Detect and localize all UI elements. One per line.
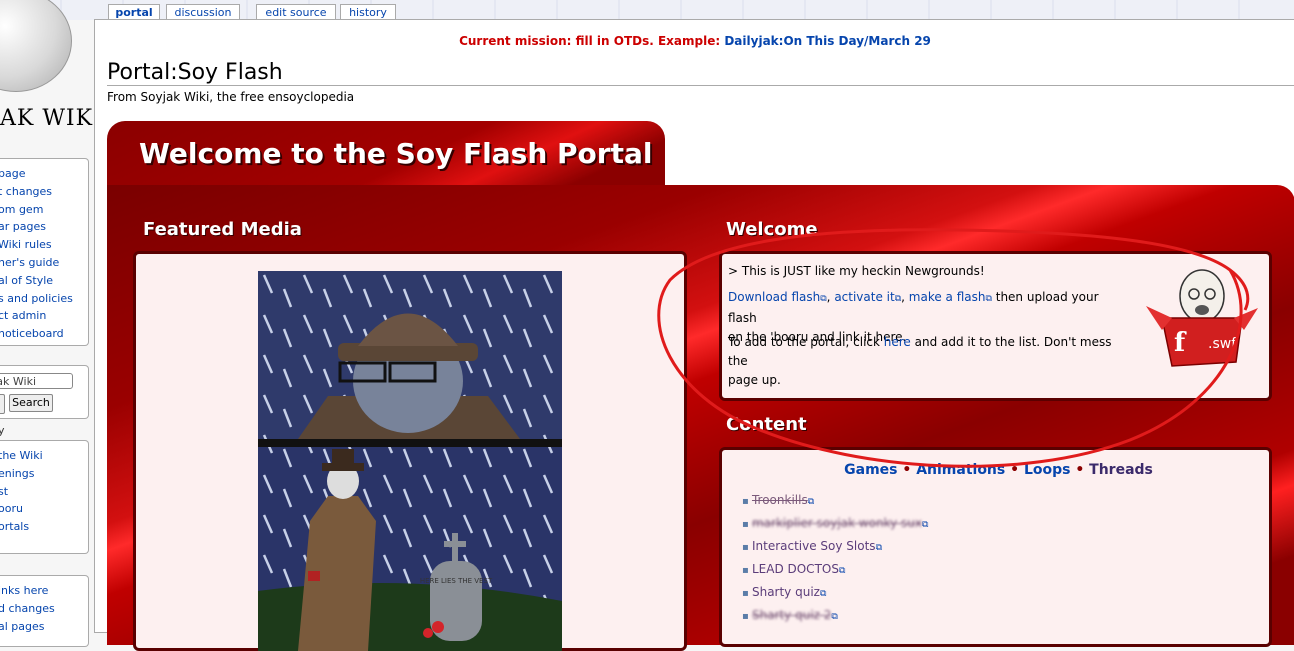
list-item[interactable]: Sharty quiz⧉ [742,582,928,605]
external-link-icon: ⧉ [819,589,827,599]
list-item[interactable]: LEAD DOCTOS⧉ [742,559,928,582]
search-button[interactable]: Search [9,394,53,412]
featured-media-panel: HERE LIES THE VEST [133,251,687,651]
welcome-panel: > This is JUST like my heckin Newgrounds… [719,251,1272,401]
content-list: Troonkills⧉ markiplier soyjak wonky sux⧉… [742,490,928,628]
external-link-icon: ⧉ [831,612,838,622]
list-item[interactable]: Interactive Soy Slots⧉ [742,536,928,559]
tab-edit-source[interactable]: edit source [256,4,336,20]
logo-text: AK WIKI [0,106,103,131]
add-text: page up. [728,373,781,387]
loops-link[interactable]: Loops [1024,462,1071,478]
content-panel: Games • Animations • Loops • Threads Tro… [719,447,1272,647]
svg-text:f: f [1174,328,1187,358]
page-title: Portal:Soy Flash [107,60,283,85]
sidebar-item-manual-of-style[interactable]: al of Style [0,272,88,290]
swf-soyjak-icon: f .swf [1140,266,1260,376]
sidebar-item-about-wiki[interactable]: the Wiki [0,447,88,465]
list-item[interactable]: Sharty quiz 2⧉ [742,605,928,628]
sidebar-item-newcomers-guide[interactable]: her's guide [0,254,88,272]
featured-comic-image[interactable]: HERE LIES THE VEST [258,271,562,651]
list-item[interactable]: markiplier soyjak wonky sux⧉ [742,513,928,536]
sidebar-item-related-changes[interactable]: d changes [0,600,88,618]
here-link[interactable]: here [884,335,911,349]
page-subtitle: From Soyjak Wiki, the free ensoyclopedia [107,90,355,104]
external-link-icon: ⧉ [921,520,929,530]
sidebar-item-popular-pages[interactable]: ar pages [0,218,88,236]
main-content: Current mission: fill in OTDs. Example: … [94,19,1294,651]
external-link-icon: ⧉ [820,294,827,304]
make-a-flash-link[interactable]: make a flash [909,290,986,304]
tab-discussion[interactable]: discussion [166,4,240,20]
content-category-links: Games • Animations • Loops • Threads [844,462,1153,478]
greentext-line: > This is JUST like my heckin Newgrounds… [728,264,985,278]
sidebar-item-booru[interactable]: ooru [0,500,88,518]
portal-title-tab: Welcome to the Soy Flash Portal [107,121,665,191]
sidebar-item-noticeboard[interactable]: noticeboard [0,325,88,343]
welcome-heading: Welcome [726,219,818,240]
sidebar-item-main-page[interactable]: page [0,165,88,183]
search-input[interactable]: Soyjak Wiki [0,373,73,389]
sidebar-item-what-links-here[interactable]: inks here [0,582,88,600]
tab-portal[interactable]: portal [108,4,160,20]
sidebar-search: Soyjak Wiki Search [0,365,89,419]
tombstone-text: HERE LIES THE VEST [420,577,493,585]
external-link-icon: ⧉ [807,497,815,507]
title-divider [107,85,1294,86]
swf-label: .swf [1208,336,1237,352]
sidebar-tools: inks here d changes al pages [0,575,89,647]
download-flash-link[interactable]: Download flash [728,290,820,304]
portal-title: Welcome to the Soy Flash Portal [139,137,653,170]
featured-media-heading: Featured Media [143,219,302,240]
sidebar-item-contact-admin[interactable]: ct admin [0,307,88,325]
add-text: To add to the portal, click [728,335,884,349]
external-link-icon: ⧉ [838,566,846,576]
sidebar-item-policies[interactable]: s and policies [0,290,88,308]
animations-link[interactable]: Animations [916,462,1005,478]
sidebar-item-recent-changes[interactable]: t changes [0,183,88,201]
content-heading: Content [726,414,807,435]
site-logo[interactable] [0,0,80,100]
external-link-icon: ⧉ [875,543,882,553]
tab-history[interactable]: history [340,4,396,20]
go-button[interactable] [0,394,5,414]
list-item[interactable]: Troonkills⧉ [742,490,928,513]
threads-link[interactable]: Threads [1089,462,1153,478]
sidebar-item-wiki-rules[interactable]: Wiki rules [0,236,88,254]
sidebar-item-portals[interactable]: ortals [0,518,88,536]
sidebar-item-happenings[interactable]: enings [0,465,88,483]
sidebar-heading: y [0,424,5,437]
notice-text: Current mission: fill in OTDs. Example: [459,34,725,48]
puzzle-globe-icon [0,0,72,92]
sidebar-community: the Wiki enings st ooru ortals [0,440,89,554]
notice-link[interactable]: Dailyjak:On This Day/March 29 [724,34,931,48]
external-link-icon: ⧉ [894,294,902,304]
sidebar-item-list[interactable]: st [0,483,88,501]
sidebar-item-special-pages[interactable]: al pages [0,618,88,636]
sidebar-item-random-gem[interactable]: om gem [0,201,88,219]
add-instructions: To add to the portal, click here and add… [728,333,1128,390]
site-notice: Current mission: fill in OTDs. Example: … [95,34,1294,48]
portal-container: Welcome to the Soy Flash Portal Featured… [107,121,1294,651]
activate-it-link[interactable]: activate it [834,290,894,304]
games-link[interactable]: Games [844,462,897,478]
sidebar-navigation: page t changes om gem ar pages Wiki rule… [0,158,89,346]
